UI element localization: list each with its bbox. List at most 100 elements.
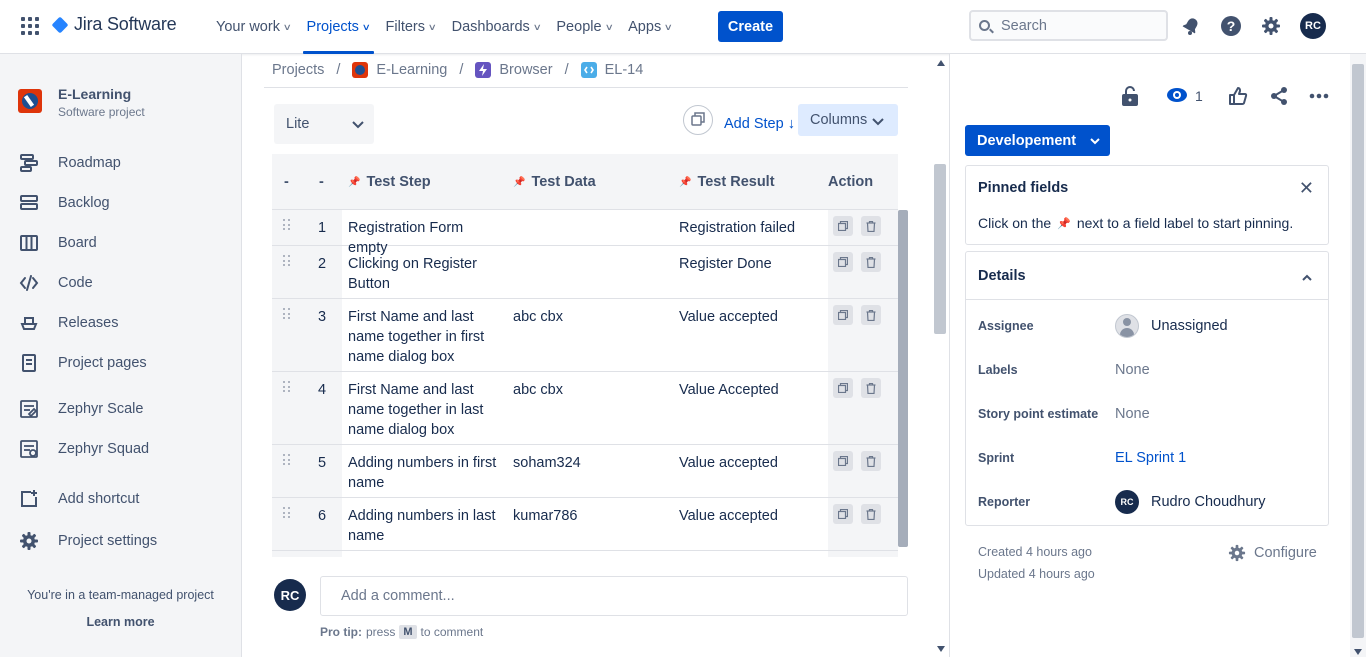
table-scrollbar[interactable]: [898, 210, 908, 547]
header-test-step[interactable]: 📌 Test Step: [348, 154, 431, 210]
detail-story-points[interactable]: Story point estimate None: [978, 394, 1318, 434]
clone-step-button[interactable]: [833, 252, 853, 272]
comment-input[interactable]: [341, 588, 881, 604]
delete-step-button[interactable]: [861, 252, 881, 272]
test-data-cell[interactable]: abc cbx: [513, 307, 663, 327]
test-step-cell[interactable]: First Name and last name together in fir…: [348, 307, 506, 367]
scroll-thumb[interactable]: [934, 164, 946, 334]
columns-button[interactable]: Columns: [798, 104, 898, 136]
scroll-down-arrow[interactable]: [1354, 649, 1362, 655]
test-result-cell[interactable]: Value accepted: [679, 506, 824, 526]
clone-step-button[interactable]: [833, 378, 853, 398]
test-result-cell[interactable]: Registration failed: [679, 218, 824, 238]
thumbs-up-icon[interactable]: [1226, 84, 1250, 108]
detail-reporter[interactable]: Reporter RC Rudro Choudhury: [978, 482, 1318, 522]
delete-step-button[interactable]: [861, 216, 881, 236]
jira-logo[interactable]: Jira Software: [51, 14, 177, 35]
sidebar-item-board[interactable]: Board: [18, 231, 97, 255]
close-icon[interactable]: ✕: [1299, 178, 1314, 199]
clone-step-button[interactable]: [833, 451, 853, 471]
scroll-up-arrow[interactable]: [937, 60, 945, 66]
test-data-cell[interactable]: abc cbx: [513, 380, 663, 400]
table-row[interactable]: 5 Adding numbers in first name soham324 Val…: [272, 445, 898, 498]
drag-handle-icon[interactable]: [283, 255, 291, 267]
details-header[interactable]: Details: [966, 252, 1328, 300]
project-header[interactable]: E-Learning Software project: [18, 86, 145, 119]
detail-labels[interactable]: Labels None: [978, 350, 1318, 390]
sidebar-item-add-shortcut[interactable]: Add shortcut: [18, 487, 139, 511]
search-field[interactable]: [969, 10, 1168, 41]
breadcrumb-projects[interactable]: Projects: [272, 62, 324, 78]
learn-more-link[interactable]: Learn more: [0, 615, 241, 629]
test-result-cell[interactable]: Value accepted: [679, 307, 824, 327]
sidebar-item-project-pages[interactable]: Project pages: [18, 351, 147, 375]
delete-step-button[interactable]: [861, 504, 881, 524]
drag-handle-icon[interactable]: [283, 219, 291, 231]
table-row[interactable]: [272, 551, 898, 557]
delete-step-button[interactable]: [861, 378, 881, 398]
test-data-cell[interactable]: soham324: [513, 453, 663, 473]
table-row[interactable]: 4 First Name and last name together in la…: [272, 372, 898, 445]
app-switcher-icon[interactable]: [21, 17, 39, 35]
breadcrumb-project[interactable]: E-Learning: [352, 62, 447, 78]
more-actions-icon[interactable]: [1307, 84, 1331, 108]
view-mode-select[interactable]: Lite: [274, 104, 374, 144]
header-test-result[interactable]: 📌 Test Result: [679, 154, 775, 210]
test-data-cell[interactable]: kumar786: [513, 506, 663, 526]
test-step-cell[interactable]: Clicking on Register Button: [348, 254, 506, 294]
test-step-cell[interactable]: Adding numbers in first name: [348, 453, 506, 493]
nav-your-work[interactable]: Your work ∨: [208, 0, 299, 54]
drag-handle-icon[interactable]: [283, 454, 291, 466]
clone-step-button[interactable]: [833, 504, 853, 524]
profile-avatar[interactable]: RC: [1300, 13, 1326, 39]
main-scrollbar[interactable]: [934, 60, 946, 654]
sidebar-item-releases[interactable]: Releases: [18, 311, 118, 335]
nav-apps[interactable]: Apps ∨: [620, 0, 680, 54]
drag-handle-icon[interactable]: [283, 308, 291, 320]
comment-box[interactable]: [320, 576, 908, 616]
lock-icon[interactable]: [1118, 84, 1142, 108]
clone-step-button[interactable]: [833, 305, 853, 325]
help-icon[interactable]: ?: [1220, 15, 1242, 37]
detail-sprint[interactable]: Sprint EL Sprint 1: [978, 438, 1318, 478]
delete-step-button[interactable]: [861, 305, 881, 325]
scroll-down-arrow[interactable]: [937, 646, 945, 652]
breadcrumb-parent[interactable]: Browser: [475, 62, 553, 78]
share-icon[interactable]: [1267, 84, 1291, 108]
table-row[interactable]: 3 First Name and last name together in fi…: [272, 299, 898, 372]
test-step-cell[interactable]: First Name and last name together in las…: [348, 380, 506, 440]
sidebar-item-backlog[interactable]: Backlog: [18, 191, 110, 215]
clone-step-button[interactable]: [833, 216, 853, 236]
sidebar-item-project-settings[interactable]: Project settings: [18, 529, 157, 553]
table-row[interactable]: 2 Clicking on Register Button Register Don…: [272, 246, 898, 299]
scroll-thumb[interactable]: [1352, 64, 1364, 638]
detail-assignee[interactable]: Assignee Unassigned: [978, 306, 1318, 346]
header-test-data[interactable]: 📌 Test Data: [513, 154, 596, 210]
sprint-link[interactable]: EL Sprint 1: [1115, 450, 1186, 466]
delete-step-button[interactable]: [861, 451, 881, 471]
settings-gear-icon[interactable]: [1260, 15, 1282, 37]
test-result-cell[interactable]: Value Accepted: [679, 380, 824, 400]
configure-button[interactable]: Configure: [1228, 544, 1317, 562]
table-row[interactable]: 6 Adding numbers in last name kumar786 Valu…: [272, 498, 898, 551]
nav-dashboards[interactable]: Dashboards ∨: [444, 0, 549, 54]
drag-handle-icon[interactable]: [283, 507, 291, 519]
sidebar-item-zephyr-scale[interactable]: Zephyr Scale: [18, 397, 143, 421]
sidebar-item-code[interactable]: Code: [18, 271, 93, 295]
nav-projects[interactable]: Projects ∨: [299, 0, 378, 54]
search-input[interactable]: [1001, 17, 1151, 34]
watch-button[interactable]: 1: [1166, 84, 1206, 108]
add-step-button[interactable]: Add Step ↓: [724, 116, 795, 132]
test-result-cell[interactable]: Value accepted: [679, 453, 824, 473]
copy-steps-button[interactable]: [683, 105, 713, 135]
test-step-cell[interactable]: Adding numbers in last name: [348, 506, 506, 546]
drag-handle-icon[interactable]: [283, 381, 291, 393]
nav-people[interactable]: People ∨: [548, 0, 620, 54]
sidebar-item-zephyr-squad[interactable]: Zephyr Squad: [18, 437, 149, 461]
table-row[interactable]: 1 Registration Form empty Registration fai…: [272, 210, 898, 256]
sidebar-item-roadmap[interactable]: Roadmap: [18, 151, 121, 175]
breadcrumb-issue[interactable]: EL-14: [580, 62, 643, 78]
test-result-cell[interactable]: Register Done: [679, 254, 824, 274]
panel-scrollbar[interactable]: [1350, 54, 1366, 657]
notifications-bell-icon[interactable]: [1180, 15, 1202, 37]
